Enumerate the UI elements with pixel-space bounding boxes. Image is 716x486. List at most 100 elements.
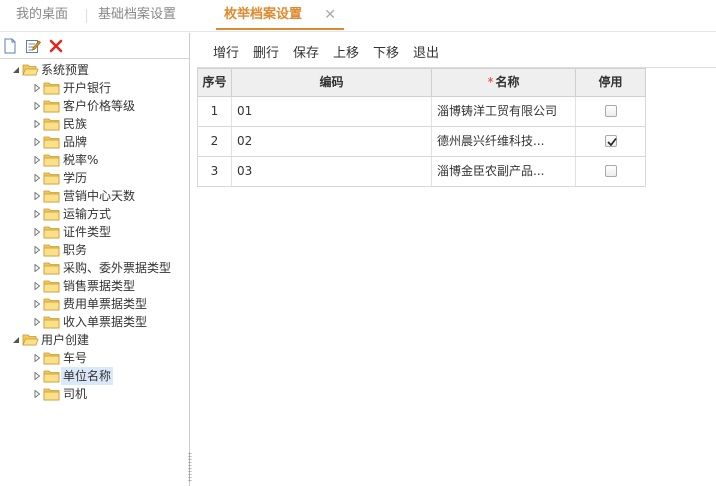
tab-label: 枚举档案设置	[224, 7, 303, 22]
row-index: 3	[198, 157, 232, 186]
header-code[interactable]: 编码	[232, 69, 432, 97]
move-up-button[interactable]: 上移	[333, 42, 359, 61]
folder-icon	[43, 154, 60, 167]
name-cell[interactable]: 淄博铸洋工贸有限公司	[432, 97, 576, 126]
collapsed-triangle-icon[interactable]	[33, 156, 41, 164]
folder-icon	[43, 262, 60, 275]
folder-icon	[43, 136, 60, 149]
disabled-cell	[576, 157, 646, 186]
folder-icon	[43, 352, 60, 365]
tree-toolbar	[0, 33, 189, 59]
expanded-triangle-icon[interactable]	[12, 66, 20, 74]
tree-group-label: 用户创建	[41, 333, 90, 347]
expanded-triangle-icon[interactable]	[12, 336, 20, 344]
tree-item-label: 学历	[63, 171, 88, 185]
collapsed-triangle-icon[interactable]	[33, 228, 41, 236]
tree-item-label: 证件类型	[63, 225, 112, 239]
table-row[interactable]: 3 03 淄博金臣农副产品...	[197, 157, 646, 187]
header-disabled[interactable]: 停用	[576, 69, 645, 97]
folder-icon	[43, 370, 60, 383]
tree-item-label: 车号	[63, 351, 88, 365]
code-cell[interactable]: 02	[232, 127, 432, 156]
tab-enum-archive-settings[interactable]: 枚举档案设置 ✕	[216, 0, 344, 30]
folder-icon	[43, 388, 60, 401]
required-mark: *	[487, 75, 494, 89]
collapsed-triangle-icon[interactable]	[33, 138, 41, 146]
delete-row-button[interactable]: 删行	[253, 42, 279, 61]
tree-item-label: 品牌	[63, 135, 88, 149]
table-row[interactable]: 1 01 淄博铸洋工贸有限公司	[197, 97, 646, 127]
folder-icon	[43, 316, 60, 329]
tree-item-label: 客户价格等级	[63, 99, 136, 113]
folder-icon	[43, 280, 60, 293]
save-button[interactable]: 保存	[293, 42, 319, 61]
open-folder-icon	[22, 64, 39, 76]
tab-separator	[86, 9, 87, 23]
disabled-cell	[576, 97, 646, 126]
enum-data-grid: 序号 编码 * 名称 停用 1 01 淄博铸洋工贸有限公司 2 02 德州晨兴纤维…	[197, 67, 716, 486]
delete-icon[interactable]	[48, 38, 64, 54]
folder-icon	[43, 244, 60, 257]
collapsed-triangle-icon[interactable]	[33, 372, 41, 380]
collapsed-triangle-icon[interactable]	[33, 84, 41, 92]
collapsed-triangle-icon[interactable]	[33, 102, 41, 110]
tree-item-label: 营销中心天数	[63, 189, 136, 203]
name-cell[interactable]: 淄博金臣农副产品...	[432, 157, 576, 186]
tree-item-label: 费用单票据类型	[63, 297, 148, 311]
tree-item-label-selected: 单位名称	[61, 367, 114, 385]
tree-item-label: 销售票据类型	[63, 279, 136, 293]
collapsed-triangle-icon[interactable]	[33, 390, 41, 398]
exit-button[interactable]: 退出	[413, 42, 439, 61]
tree-item-label: 民族	[63, 117, 88, 131]
enum-detail-panel: 增行 删行 保存 上移 下移 退出 序号 编码 * 名称 停用 1 01 淄博铸洋…	[197, 33, 716, 486]
table-row[interactable]: 2 02 德州晨兴纤维科技...	[197, 127, 646, 157]
tree-item-label: 采购、委外票据类型	[63, 261, 172, 275]
collapsed-triangle-icon[interactable]	[33, 354, 41, 362]
checkmark-icon	[607, 138, 617, 147]
row-index: 2	[198, 127, 232, 156]
code-cell[interactable]: 01	[232, 97, 432, 126]
tree-item-label: 税率%	[63, 153, 99, 167]
disabled-checkbox[interactable]	[605, 165, 617, 177]
move-down-button[interactable]: 下移	[373, 42, 399, 61]
collapsed-triangle-icon[interactable]	[33, 282, 41, 290]
new-document-icon[interactable]	[2, 38, 18, 54]
folder-icon	[43, 226, 60, 239]
disabled-cell	[576, 127, 646, 156]
folder-icon	[43, 172, 60, 185]
add-row-button[interactable]: 增行	[213, 42, 239, 61]
edit-icon[interactable]	[25, 38, 41, 54]
folder-icon	[43, 208, 60, 221]
collapsed-triangle-icon[interactable]	[33, 300, 41, 308]
archive-tree-panel: 系统预置 开户银行 客户价格等级 民族 品牌 税率% 学历 营销中心天数 运输方…	[0, 33, 190, 486]
collapsed-triangle-icon[interactable]	[33, 246, 41, 254]
name-cell[interactable]: 德州晨兴纤维科技...	[432, 127, 576, 156]
grid-toolbar: 增行 删行 保存 上移 下移 退出	[197, 33, 716, 67]
tree-item-label: 开户银行	[63, 81, 112, 95]
folder-icon	[43, 100, 60, 113]
close-icon[interactable]: ✕	[324, 0, 336, 30]
tab-basic-archive-settings[interactable]: 基础档案设置	[90, 0, 184, 30]
collapsed-triangle-icon[interactable]	[33, 318, 41, 326]
header-name[interactable]: * 名称	[432, 69, 576, 97]
tree-item-label: 职务	[63, 243, 88, 257]
folder-icon	[43, 82, 60, 95]
tree-item-label: 运输方式	[63, 207, 112, 221]
open-folder-icon	[22, 334, 39, 346]
collapsed-triangle-icon[interactable]	[33, 192, 41, 200]
collapsed-triangle-icon[interactable]	[33, 120, 41, 128]
collapsed-triangle-icon[interactable]	[33, 174, 41, 182]
tab-my-desktop[interactable]: 我的桌面	[8, 0, 76, 30]
folder-icon	[43, 190, 60, 203]
folder-icon	[43, 298, 60, 311]
disabled-checkbox[interactable]	[605, 105, 617, 117]
splitter-handle[interactable]	[188, 452, 192, 482]
grid-header: 序号 编码 * 名称 停用	[197, 68, 646, 97]
code-cell[interactable]: 03	[232, 157, 432, 186]
header-name-label: 名称	[495, 75, 520, 89]
row-index: 1	[198, 97, 232, 126]
collapsed-triangle-icon[interactable]	[33, 210, 41, 218]
collapsed-triangle-icon[interactable]	[33, 264, 41, 272]
disabled-checkbox-checked[interactable]	[605, 135, 617, 147]
tab-bar: 我的桌面 基础档案设置 枚举档案设置 ✕	[0, 0, 716, 32]
